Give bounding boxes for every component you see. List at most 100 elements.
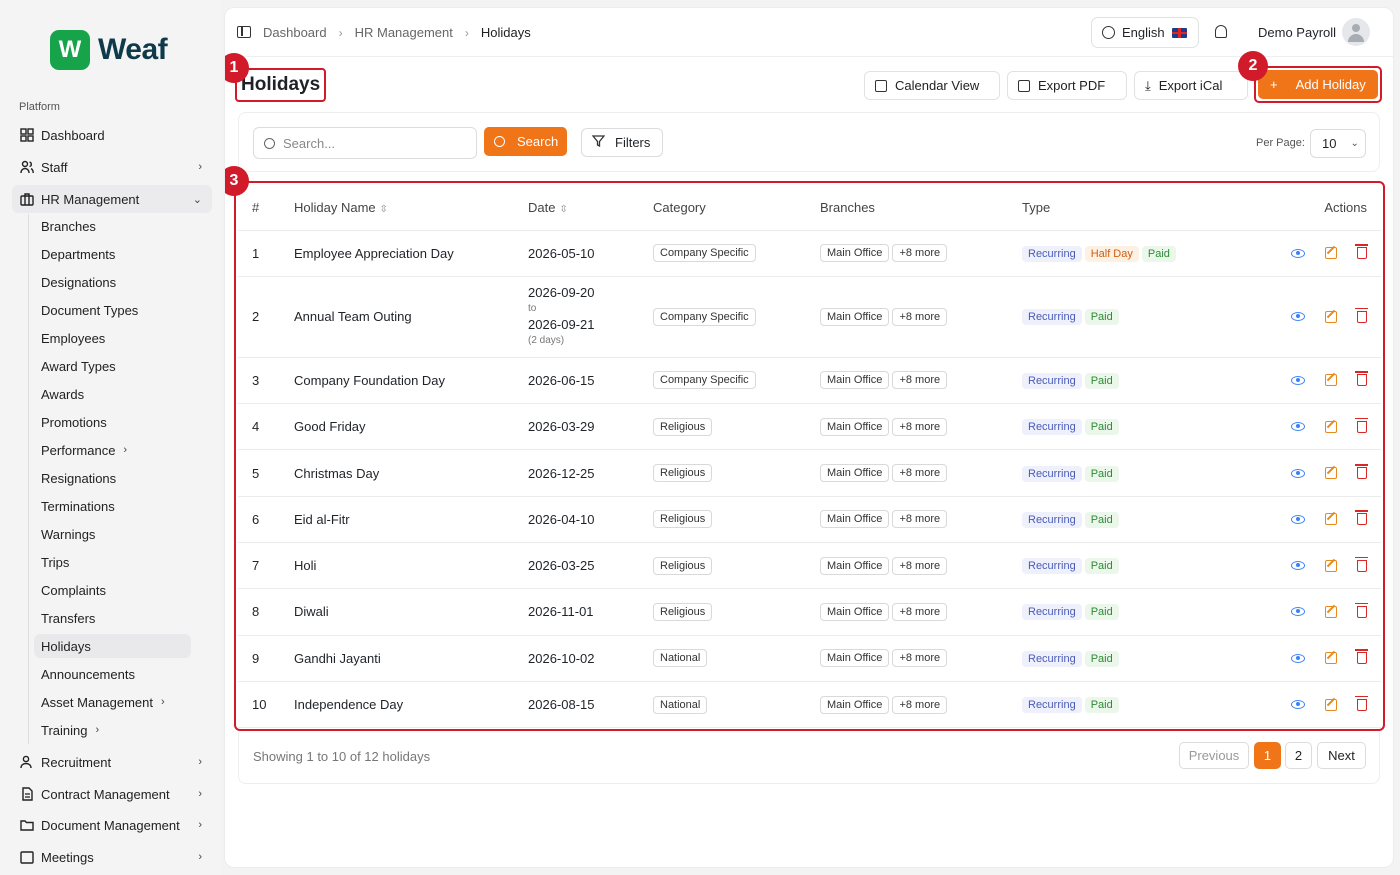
delete-trash-icon[interactable] <box>1355 602 1368 618</box>
delete-trash-icon[interactable] <box>1355 417 1368 433</box>
edit-icon[interactable] <box>1325 247 1337 260</box>
view-eye-icon[interactable] <box>1291 422 1305 432</box>
sidebar-item-staff[interactable]: Staff › <box>12 153 212 181</box>
file-text-icon <box>1018 79 1030 92</box>
edit-icon[interactable] <box>1325 559 1337 572</box>
sidebar-sub-terminations[interactable]: Terminations <box>34 494 191 518</box>
export-pdf-button[interactable]: Export PDF <box>1007 71 1127 100</box>
view-eye-icon[interactable] <box>1291 468 1305 478</box>
sidebar-sub-award-types[interactable]: Award Types <box>34 354 191 378</box>
calendar-view-button[interactable]: Calendar View <box>864 71 1000 100</box>
sidebar-sub-document-types[interactable]: Document Types <box>34 298 191 322</box>
edit-icon[interactable] <box>1325 310 1337 323</box>
download-icon: ⤓ <box>1145 77 1151 93</box>
edit-icon[interactable] <box>1325 652 1337 665</box>
sidebar-sub-complaints[interactable]: Complaints <box>34 578 191 602</box>
per-page-select[interactable]: 10 ⌄ <box>1310 129 1366 158</box>
breadcrumb-hr-management[interactable]: HR Management <box>355 25 453 40</box>
sidebar-item-document-management[interactable]: Document Management › <box>12 811 212 839</box>
sidebar-sub-holidays[interactable]: Holidays <box>34 634 191 658</box>
more-branches-pill[interactable]: +8 more <box>892 371 948 390</box>
language-switcher[interactable]: English <box>1091 17 1199 48</box>
filters-button[interactable]: Filters <box>581 128 663 157</box>
bell-icon[interactable] <box>1215 25 1227 38</box>
sidebar-sub-performance[interactable]: Performance › <box>34 438 191 462</box>
view-eye-icon[interactable] <box>1291 607 1305 617</box>
delete-trash-icon[interactable] <box>1355 464 1368 480</box>
delete-trash-icon[interactable] <box>1355 244 1368 260</box>
chevron-down-icon: ⌄ <box>192 193 202 206</box>
next-page-button[interactable]: Next <box>1317 742 1366 769</box>
page-1-button[interactable]: 1 <box>1254 742 1281 769</box>
sidebar-item-dashboard[interactable]: Dashboard <box>12 121 212 149</box>
sidebar-sub-asset-management[interactable]: Asset Management › <box>34 690 191 714</box>
page-2-button[interactable]: 2 <box>1285 742 1312 769</box>
delete-trash-icon[interactable] <box>1355 371 1368 387</box>
filter-icon <box>591 135 606 150</box>
sidebar-sub-designations[interactable]: Designations <box>34 270 191 294</box>
sidebar-sub-departments[interactable]: Departments <box>34 242 191 266</box>
header-holiday-name[interactable]: Holiday Name ⇳ <box>280 186 514 231</box>
more-branches-pill[interactable]: +8 more <box>892 602 948 621</box>
previous-page-button[interactable]: Previous <box>1179 742 1249 769</box>
view-eye-icon[interactable] <box>1291 248 1305 258</box>
edit-icon[interactable] <box>1325 467 1337 480</box>
sidebar-item-contract-management[interactable]: Contract Management › <box>12 780 212 808</box>
sidebar-sub-transfers[interactable]: Transfers <box>34 606 191 630</box>
breadcrumb-dashboard[interactable]: Dashboard <box>263 25 327 40</box>
view-eye-icon[interactable] <box>1291 375 1305 385</box>
view-eye-icon[interactable] <box>1291 312 1305 322</box>
delete-trash-icon[interactable] <box>1355 649 1368 665</box>
more-branches-pill[interactable]: +8 more <box>892 464 948 483</box>
logo-mark: W <box>50 30 90 70</box>
delete-trash-icon[interactable] <box>1355 307 1368 323</box>
view-eye-icon[interactable] <box>1291 700 1305 710</box>
more-branches-pill[interactable]: +8 more <box>892 649 948 668</box>
edit-icon[interactable] <box>1325 513 1337 526</box>
header-date[interactable]: Date ⇳ <box>514 186 639 231</box>
view-eye-icon[interactable] <box>1291 561 1305 571</box>
search-button[interactable]: Search <box>484 127 567 156</box>
delete-trash-icon[interactable] <box>1355 695 1368 711</box>
logo[interactable]: W Weaf <box>50 30 168 70</box>
holiday-date: 2026-08-15 <box>514 681 639 729</box>
sidebar-sub-trips[interactable]: Trips <box>34 550 191 574</box>
row-number: 8 <box>238 588 280 636</box>
sidebar-sub-training[interactable]: Training › <box>34 718 191 742</box>
edit-icon[interactable] <box>1325 605 1337 618</box>
edit-icon[interactable] <box>1325 374 1337 387</box>
export-ical-button[interactable]: ⤓ Export iCal <box>1134 71 1248 100</box>
more-branches-pill[interactable]: +8 more <box>892 510 948 529</box>
avatar[interactable] <box>1342 18 1370 46</box>
view-eye-icon[interactable] <box>1291 514 1305 524</box>
sidebar-item-meetings[interactable]: Meetings › <box>12 843 212 871</box>
view-eye-icon[interactable] <box>1291 653 1305 663</box>
more-branches-pill[interactable]: +8 more <box>892 307 948 326</box>
add-holiday-button[interactable]: + Add Holiday <box>1258 70 1378 99</box>
more-branches-pill[interactable]: +8 more <box>892 417 948 436</box>
sidebar-item-hr-management[interactable]: HR Management ⌄ <box>12 185 212 213</box>
sidebar-sub-branches[interactable]: Branches <box>34 214 191 238</box>
delete-trash-icon[interactable] <box>1355 510 1368 526</box>
search-input[interactable] <box>283 135 453 151</box>
delete-trash-icon[interactable] <box>1355 556 1368 572</box>
edit-icon[interactable] <box>1325 698 1337 711</box>
more-branches-pill[interactable]: +8 more <box>892 695 948 714</box>
holiday-name: Good Friday <box>280 403 514 451</box>
sidebar-sub-promotions[interactable]: Promotions <box>34 410 191 434</box>
edit-icon[interactable] <box>1325 420 1337 433</box>
search-field[interactable] <box>253 127 477 159</box>
chevron-right-icon: › <box>198 756 202 768</box>
sidebar-sub-announcements[interactable]: Announcements <box>34 662 191 686</box>
sidebar-sub-awards[interactable]: Awards <box>34 382 191 406</box>
user-name[interactable]: Demo Payroll <box>1258 25 1336 40</box>
more-branches-pill[interactable]: +8 more <box>892 244 948 263</box>
sidebar-sub-resignations[interactable]: Resignations <box>34 466 191 490</box>
sidebar-sub-employees[interactable]: Employees <box>34 326 191 350</box>
sidebar-item-recruitment[interactable]: Recruitment › <box>12 748 212 776</box>
more-branches-pill[interactable]: +8 more <box>892 556 948 575</box>
sidebar-toggle-icon[interactable] <box>237 26 251 38</box>
paid-tag: Paid <box>1084 604 1119 621</box>
sidebar-sub-warnings[interactable]: Warnings <box>34 522 191 546</box>
calendar-icon <box>875 79 887 92</box>
